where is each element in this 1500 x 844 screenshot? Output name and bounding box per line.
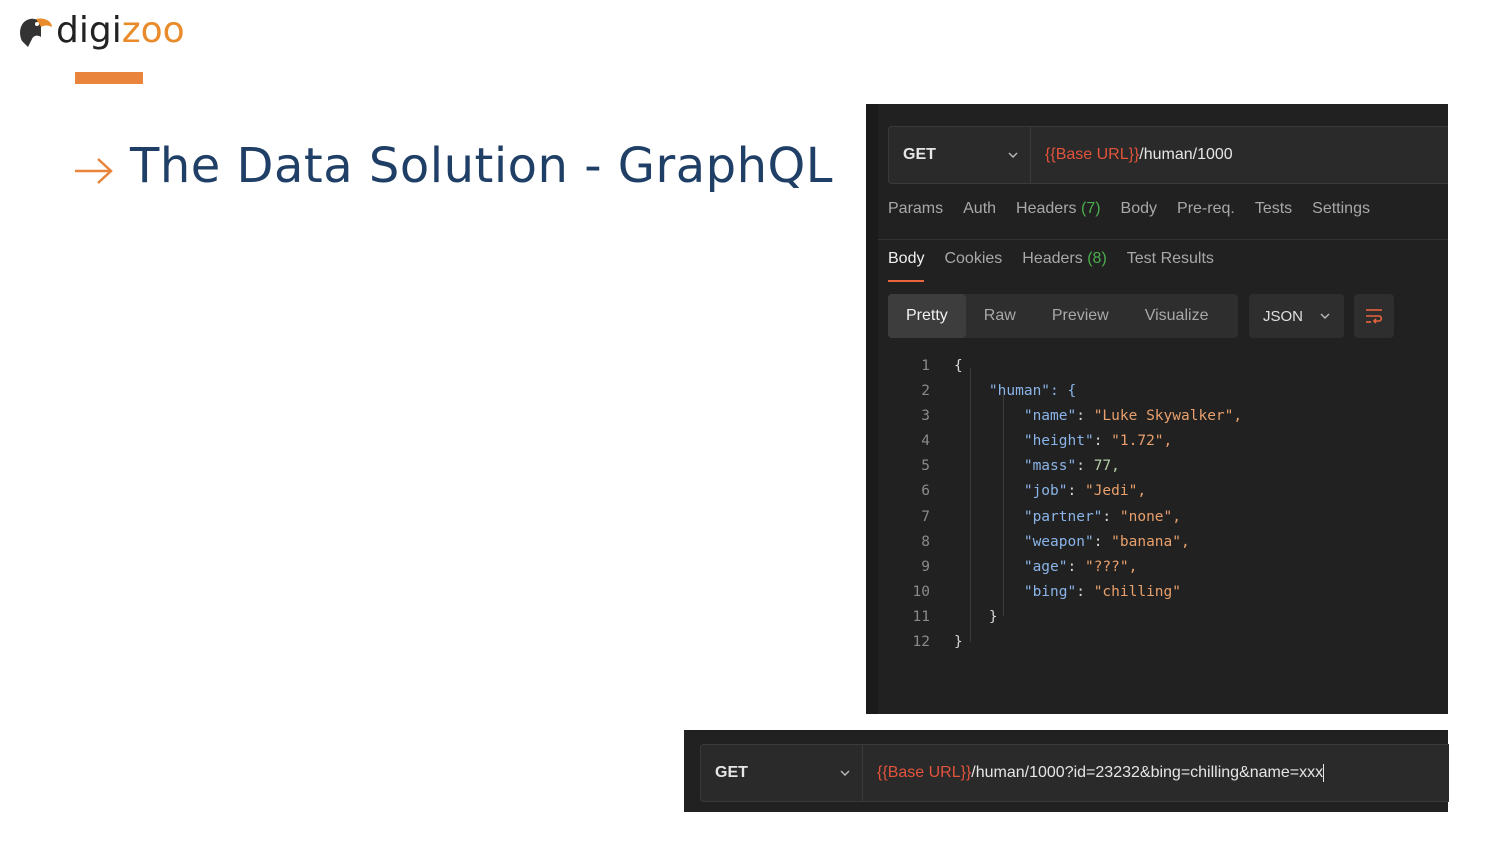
tab-auth[interactable]: Auth [963, 200, 996, 218]
code-line: 3 "name": "Luke Skywalker", [921, 408, 1243, 425]
bottom-url-path: /human/1000?id=23232&bing=chilling&name=… [971, 764, 1324, 781]
url-path: /human/1000 [1139, 146, 1233, 163]
logo-text-digi: digi [56, 10, 122, 51]
code-line: 6 "job": "Jedi", [921, 483, 1147, 500]
postman-panel: GET {{Base URL}}/human/1000 Params Auth … [866, 104, 1448, 714]
code-line: 12} [912, 634, 963, 651]
tab-settings[interactable]: Settings [1312, 200, 1370, 218]
wrap-lines-icon [1366, 309, 1383, 324]
code-line: 9 "age": "???", [921, 558, 1138, 575]
code-line: 1{ [921, 358, 963, 374]
response-tabs: Body Cookies Headers (8) Test Results [888, 250, 1234, 282]
method-select[interactable]: GET [889, 127, 1031, 183]
format-select[interactable]: JSON [1249, 294, 1344, 338]
tab-headers[interactable]: Headers (7) [1016, 200, 1101, 218]
divider [878, 239, 1448, 240]
url-input[interactable]: {{Base URL}}/human/1000 [1031, 127, 1233, 183]
bottom-url-bar: GET {{Base URL}}/human/1000?id=23232&bin… [700, 744, 1449, 802]
indent-guide [1003, 394, 1004, 616]
tab-response-headers-label: Headers [1022, 250, 1083, 267]
accent-bar [75, 72, 143, 84]
code-line: 10 "bing": "chilling" [912, 583, 1182, 600]
chevron-down-icon [1320, 313, 1330, 319]
url-variable: {{Base URL}} [1045, 146, 1140, 163]
tab-response-headers[interactable]: Headers (8) [1022, 250, 1107, 282]
tab-tests[interactable]: Tests [1255, 200, 1292, 218]
tab-params[interactable]: Params [888, 200, 943, 218]
bottom-request-panel: GET {{Base URL}}/human/1000?id=23232&bin… [684, 730, 1449, 812]
tab-test-results[interactable]: Test Results [1127, 250, 1214, 282]
bottom-method-label: GET [715, 764, 748, 781]
tab-body[interactable]: Body [1121, 200, 1157, 218]
text-cursor [1323, 764, 1325, 782]
response-headers-count: (8) [1087, 250, 1107, 267]
format-label: JSON [1263, 307, 1304, 325]
headers-count: (7) [1080, 200, 1101, 217]
view-pretty-button[interactable]: Pretty [888, 294, 966, 338]
slide-title: The Data Solution - GraphQL [130, 138, 834, 194]
code-line: 11 } [912, 608, 998, 625]
chevron-down-icon [1008, 152, 1018, 158]
tab-cookies[interactable]: Cookies [944, 250, 1002, 282]
logo-text-zoo: zoo [121, 10, 185, 51]
view-preview-button[interactable]: Preview [1034, 294, 1127, 338]
digizoo-logo: digizoo [14, 8, 185, 54]
tab-pre-req[interactable]: Pre-req. [1177, 200, 1235, 218]
indent-guide [970, 368, 971, 642]
chevron-down-icon [840, 770, 850, 776]
view-raw-button[interactable]: Raw [966, 294, 1034, 338]
tab-response-body[interactable]: Body [888, 250, 925, 282]
arrow-right-icon [75, 158, 113, 184]
request-url-bar: GET {{Base URL}}/human/1000 [888, 126, 1448, 184]
method-label: GET [903, 146, 936, 163]
code-line: 8 "weapon": "banana", [921, 533, 1190, 550]
tab-headers-label: Headers [1016, 200, 1077, 217]
view-visualize-button[interactable]: Visualize [1127, 294, 1227, 338]
bottom-url-input[interactable]: {{Base URL}}/human/1000?id=23232&bing=ch… [863, 745, 1325, 801]
code-line: 2 "human": { [921, 383, 1077, 400]
view-mode-selector: Pretty Raw Preview Visualize [888, 294, 1238, 338]
wrap-lines-button[interactable] [1354, 294, 1394, 338]
code-line: 7 "partner": "none", [921, 508, 1181, 525]
request-tabs: Params Auth Headers (7) Body Pre-req. Te… [888, 200, 1390, 218]
bottom-url-variable: {{Base URL}} [877, 764, 972, 781]
code-line: 5 "mass": 77, [921, 458, 1120, 475]
panel-side-strip [866, 104, 878, 714]
bottom-method-select[interactable]: GET [701, 745, 863, 801]
code-line: 4 "height": "1.72", [921, 433, 1173, 450]
toucan-icon [20, 18, 52, 47]
response-body-code[interactable]: 1{ 2 "human": { 3 "name": "Luke Skywalke… [878, 354, 1448, 655]
